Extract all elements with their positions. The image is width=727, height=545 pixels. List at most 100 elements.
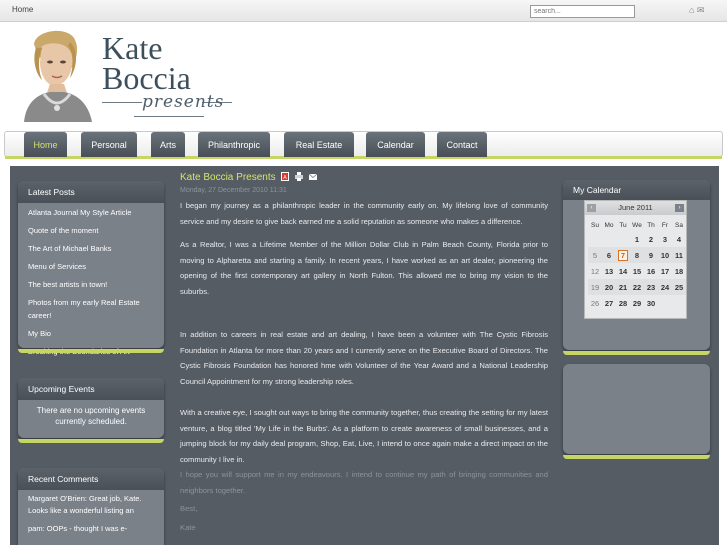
calendar-day[interactable]: 6 [602, 247, 616, 263]
calendar-day[interactable]: 16 [644, 263, 658, 279]
upcoming-events-widget: Upcoming Events There are no upcoming ev… [18, 378, 164, 443]
nav-contact[interactable]: Contact [437, 132, 487, 157]
widget-title: Recent Comments [18, 468, 164, 490]
calendar-day[interactable]: 4 [672, 231, 686, 247]
post-link[interactable]: Atlanta Journal My Style Article [18, 205, 164, 221]
comment-item[interactable]: pam: OOPs - thought I was e- [18, 520, 164, 538]
next-month-icon[interactable]: › [675, 204, 684, 212]
day-header: Sa [675, 221, 683, 229]
calendar-day[interactable]: 1 [630, 231, 644, 247]
calendar-day [672, 295, 686, 311]
day-header: Tu [619, 221, 627, 229]
svg-text:A: A [284, 175, 288, 181]
comment-item[interactable]: Margaret O'Brien: Great job, Kate. Looks… [18, 490, 164, 520]
widget-footer-bar [563, 351, 710, 355]
day-header: Su [591, 221, 599, 229]
calendar-day[interactable]: 19 [588, 279, 602, 295]
top-home-link[interactable]: Home [12, 5, 33, 14]
calendar-day[interactable]: 9 [644, 247, 658, 263]
widget-title: Upcoming Events [18, 378, 164, 400]
post-link[interactable]: The best artists in town! [18, 277, 164, 293]
calendar-day[interactable]: 17 [658, 263, 672, 279]
site-logo[interactable]: Kate Boccia presents [102, 32, 232, 122]
nav-calendar[interactable]: Calendar [366, 132, 425, 157]
calendar-day[interactable]: 8 [630, 247, 644, 263]
calendar-day[interactable]: 22 [630, 279, 644, 295]
search-input[interactable] [530, 5, 635, 18]
calendar-day[interactable]: 29 [630, 295, 644, 311]
widget-title: Latest Posts [18, 181, 164, 203]
calendar-day[interactable]: 28 [616, 295, 630, 311]
calendar-day[interactable]: 26 [588, 295, 602, 311]
post-title[interactable]: Kate Boccia Presents [180, 172, 276, 183]
post-link[interactable]: The Art of Michael Banks [18, 241, 164, 257]
nav-arts[interactable]: Arts [151, 132, 185, 157]
widget-footer-bar [18, 349, 164, 353]
logo-rule [134, 116, 204, 117]
post-link[interactable]: Photos from my early Real Estate career! [18, 295, 164, 325]
post-paragraph: With a creative eye, I sought out ways t… [180, 408, 548, 464]
home-icon[interactable]: ⌂ [689, 5, 694, 15]
latest-posts-widget: Latest Posts Atlanta Journal My Style Ar… [18, 181, 164, 356]
prev-month-icon[interactable]: ‹ [587, 204, 596, 212]
top-bar: Home ⌂ ✉ [0, 0, 727, 22]
widget-footer-bar [18, 439, 164, 443]
post-link[interactable]: Quote of the moment [18, 223, 164, 239]
calendar-day[interactable]: 18 [672, 263, 686, 279]
widget-title: My Calendar [563, 180, 710, 200]
calendar-day[interactable]: 10 [658, 247, 672, 263]
post-content: Kate Boccia Presents A Monday, 27 Decemb… [180, 172, 548, 535]
calendar-day[interactable]: 21 [616, 279, 630, 295]
calendar-day[interactable]: 27 [602, 295, 616, 311]
calendar-day[interactable]: 15 [630, 263, 644, 279]
empty-widget [563, 364, 710, 459]
calendar-widget: My Calendar June 2011 ‹ › Su Mo Tu We Th… [563, 180, 710, 355]
today-marker: 7 [617, 249, 629, 261]
calendar-grid: June 2011 ‹ › Su Mo Tu We Th Fr Sa 1 2 3… [584, 200, 687, 319]
day-header: Th [647, 221, 655, 229]
calendar-day[interactable]: 2 [644, 231, 658, 247]
widget-footer-bar [563, 455, 710, 459]
calendar-day[interactable]: 30 [644, 295, 658, 311]
calendar-day[interactable]: 11 [672, 247, 686, 263]
calendar-day[interactable]: 3 [658, 231, 672, 247]
pdf-icon[interactable]: A [281, 172, 290, 181]
calendar-day[interactable]: 25 [672, 279, 686, 295]
calendar-day[interactable]: 12 [588, 263, 602, 279]
calendar-day[interactable]: 23 [644, 279, 658, 295]
post-link[interactable]: Menu of Services [18, 259, 164, 275]
post-paragraph: As a Realtor, I was a Lifetime Member of… [180, 240, 548, 296]
post-paragraph: I hope you will support me in my endeavo… [180, 470, 548, 495]
calendar-day-today[interactable]: 7 [616, 247, 630, 263]
main-nav: Home Personal Arts Philanthropic Real Es… [4, 131, 723, 159]
print-icon[interactable] [295, 172, 304, 181]
email-icon[interactable] [308, 172, 317, 181]
post-paragraph: In addition to careers in real estate an… [180, 330, 548, 386]
post-paragraph: Kate [180, 522, 196, 532]
post-link[interactable]: My Bio [18, 326, 164, 342]
top-icons: ⌂ ✉ [689, 5, 705, 16]
nav-home[interactable]: Home [24, 132, 67, 157]
logo-line-3: presents [142, 92, 225, 112]
upcoming-events-text: There are no upcoming events currently s… [36, 406, 146, 426]
nav-real-estate[interactable]: Real Estate [284, 132, 354, 157]
recent-comments-widget: Recent Comments Margaret O'Brien: Great … [18, 468, 164, 545]
nav-philanthropic[interactable]: Philanthropic [198, 132, 270, 157]
nav-personal[interactable]: Personal [81, 132, 137, 157]
calendar-table: Su Mo Tu We Th Fr Sa 1 2 3 4 5 6 7 8 9 1… [588, 219, 686, 311]
calendar-day[interactable]: 20 [602, 279, 616, 295]
portrait-image [14, 26, 100, 122]
day-header: Fr [661, 221, 669, 229]
calendar-day[interactable]: 14 [616, 263, 630, 279]
logo-rule [102, 102, 142, 103]
calendar-day [658, 295, 672, 311]
calendar-day[interactable]: 13 [602, 263, 616, 279]
calendar-day [588, 231, 602, 247]
calendar-day [602, 231, 616, 247]
post-title-row: Kate Boccia Presents A [180, 172, 548, 183]
calendar-day[interactable]: 5 [588, 247, 602, 263]
day-header: Mo [604, 221, 614, 229]
calendar-day[interactable]: 24 [658, 279, 672, 295]
day-header: We [632, 221, 642, 229]
mail-icon[interactable]: ✉ [697, 5, 705, 15]
